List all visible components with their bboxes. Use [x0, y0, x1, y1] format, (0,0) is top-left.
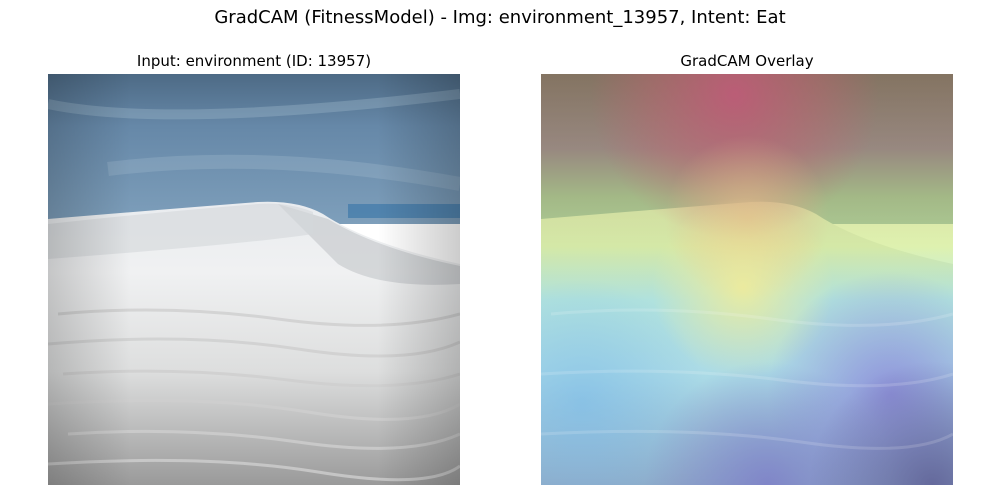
figure-title: GradCAM (FitnessModel) - Img: environmen…	[214, 7, 786, 28]
overlay-panel-title: GradCAM Overlay	[680, 52, 814, 70]
input-panel-title: Input: environment (ID: 13957)	[136, 52, 372, 70]
gradcam-overlay-image	[541, 74, 953, 485]
input-image	[48, 74, 460, 485]
